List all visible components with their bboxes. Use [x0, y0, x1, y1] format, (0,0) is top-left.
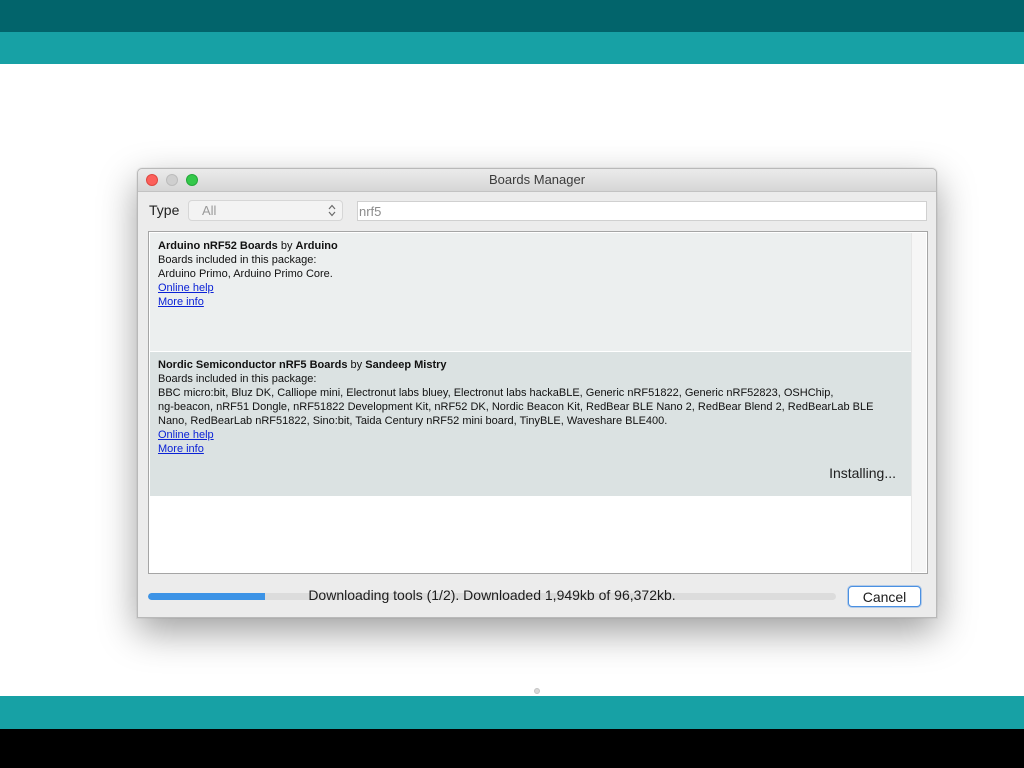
- type-select-value: All: [202, 203, 217, 218]
- package-title: Nordic Semiconductor nRF5 Boards by Sand…: [158, 358, 903, 372]
- package-item[interactable]: Nordic Semiconductor nRF5 Boards by Sand…: [150, 352, 911, 496]
- window-title: Boards Manager: [488, 172, 586, 187]
- package-name: Arduino nRF52 Boards: [158, 240, 278, 252]
- type-label: Type: [149, 202, 180, 218]
- more-info-link[interactable]: More info: [158, 295, 903, 309]
- packages-list: Arduino nRF52 Boards by Arduino Boards i…: [148, 231, 928, 574]
- package-included-label: Boards included in this package:: [158, 254, 317, 266]
- package-name: Nordic Semiconductor nRF5 Boards: [158, 359, 348, 371]
- package-by: by: [280, 240, 293, 252]
- title-bar: Boards Manager: [138, 169, 936, 192]
- package-boards-line: BBC micro:bit, Bluz DK, Calliope mini, E…: [158, 387, 834, 399]
- more-info-link[interactable]: More info: [158, 442, 903, 456]
- top-bar-teal: [0, 32, 1024, 64]
- package-boards-line: ng-beacon, nRF51 Dongle, nRF51822 Develo…: [158, 401, 874, 413]
- online-help-link[interactable]: Online help: [158, 428, 903, 442]
- bottom-bar-teal: [0, 696, 1024, 729]
- package-included-label: Boards included in this package:: [158, 373, 317, 385]
- type-select[interactable]: All: [188, 200, 343, 221]
- boards-manager-dialog: Boards Manager Type All Arduino nRF52 Bo…: [137, 168, 937, 618]
- bottom-bar-black: [0, 729, 1024, 768]
- cancel-button[interactable]: Cancel: [848, 586, 921, 607]
- package-author: Arduino: [295, 240, 338, 252]
- search-input[interactable]: [357, 201, 927, 221]
- install-status: Installing...: [829, 465, 896, 481]
- package-boards-line: Nano, RedBearLab nRF51822, Sino:bit, Tai…: [158, 415, 668, 427]
- package-title: Arduino nRF52 Boards by Arduino: [158, 239, 903, 253]
- chevron-up-down-icon: [328, 204, 336, 217]
- vertical-scrollbar[interactable]: [911, 233, 926, 572]
- package-item[interactable]: Arduino nRF52 Boards by Arduino Boards i…: [150, 233, 911, 351]
- resize-handle[interactable]: [534, 688, 540, 694]
- package-author: Sandeep Mistry: [365, 359, 447, 371]
- download-progress-text: Downloading tools (1/2). Downloaded 1,94…: [308, 587, 676, 603]
- top-bar-dark: [0, 0, 1024, 32]
- package-boards-line: Arduino Primo, Arduino Primo Core.: [158, 268, 333, 280]
- package-by: by: [350, 359, 363, 371]
- online-help-link[interactable]: Online help: [158, 281, 903, 295]
